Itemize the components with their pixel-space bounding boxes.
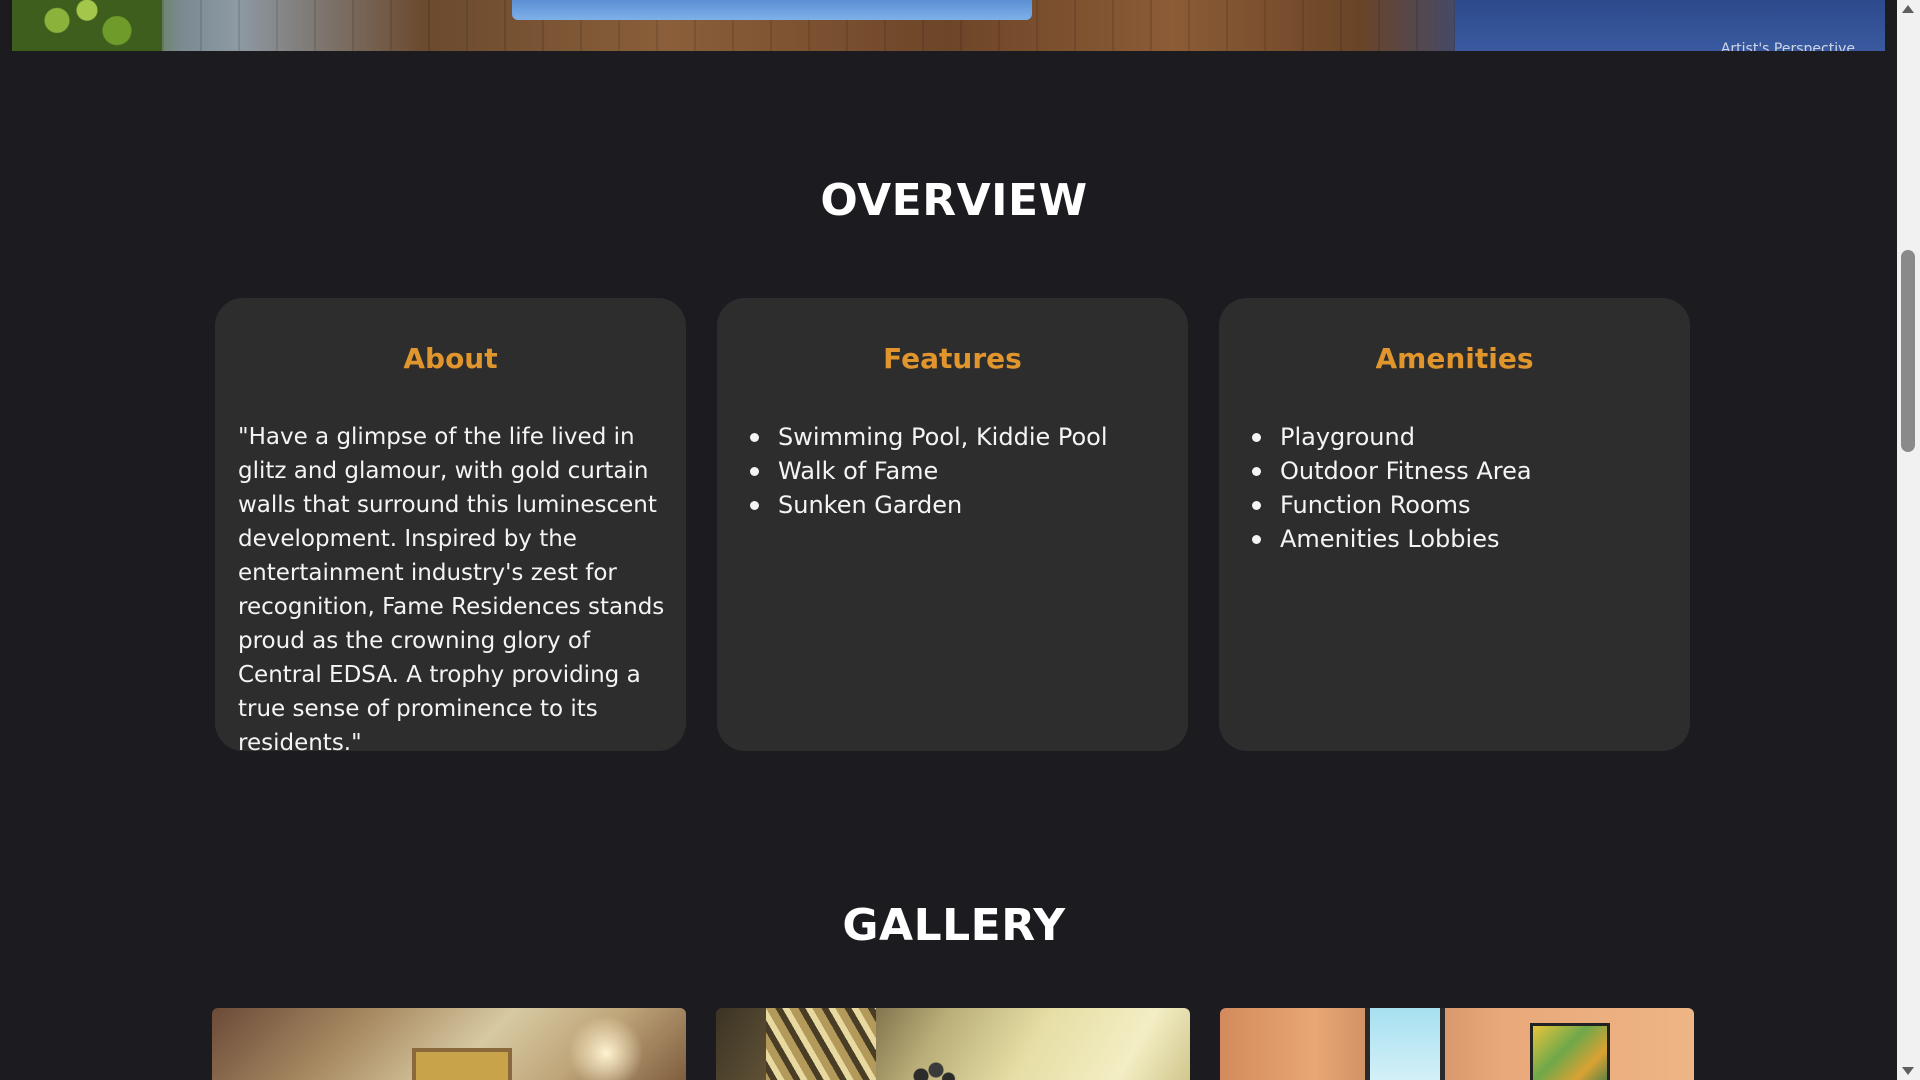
gallery-image-bedroom[interactable] [212,1008,686,1080]
about-text: "Have a glimpse of the life lived in gli… [238,424,665,756]
vertical-scrollbar[interactable] [1897,0,1920,1080]
amenities-list: Playground Outdoor Fitness Area Function… [1252,420,1680,556]
amenity-item-label: Playground [1280,423,1415,451]
list-item: Playground [1252,420,1680,454]
amenity-item-label: Function Rooms [1280,491,1471,519]
bullet-icon [1252,467,1261,476]
gallery-image-living-room[interactable] [1220,1008,1694,1080]
features-card: Features Swimming Pool, Kiddie Pool Walk… [717,298,1188,751]
feature-item-label: Swimming Pool, Kiddie Pool [778,423,1108,451]
bullet-icon [750,433,759,442]
amenities-card-title: Amenities [1375,342,1534,375]
hero-pool [512,0,1032,20]
scroll-thumb[interactable] [1901,250,1915,452]
list-item: Swimming Pool, Kiddie Pool [750,420,1178,454]
bedroom-painting [412,1048,512,1080]
bedroom-light [566,1018,646,1080]
bullet-icon [750,467,759,476]
feature-item-label: Sunken Garden [778,491,963,519]
bullet-icon [1252,501,1261,510]
scroll-down-arrow-icon[interactable] [1902,1067,1914,1075]
bullet-icon [1252,433,1261,442]
list-item: Amenities Lobbies [1252,522,1680,556]
gallery-heading: GALLERY [842,900,1066,951]
about-card: About "Have a glimpse of the life lived … [215,298,686,756]
feature-item-label: Walk of Fame [778,457,939,485]
list-item: Walk of Fame [750,454,1178,488]
scroll-up-arrow-icon[interactable] [1902,5,1914,13]
overview-heading: OVERVIEW [820,175,1088,226]
main-content: Artist's Perspective OVERVIEW About "Hav… [0,0,1897,1080]
gallery-image-lobby[interactable] [716,1008,1190,1080]
hero-image: Artist's Perspective [12,0,1885,51]
hero-caption: Artist's Perspective [1720,41,1855,51]
living-room-window [1365,1008,1445,1080]
amenity-item-label: Outdoor Fitness Area [1280,457,1532,485]
bullet-icon [1252,535,1261,544]
lobby-chandelier [906,1058,956,1080]
living-room-painting [1530,1023,1610,1080]
list-item: Function Rooms [1252,488,1680,522]
lobby-sculpture [766,1008,876,1080]
bullet-icon [750,501,759,510]
list-item: Outdoor Fitness Area [1252,454,1680,488]
features-list: Swimming Pool, Kiddie Pool Walk of Fame … [750,420,1178,522]
hero-foliage [12,0,162,51]
amenities-card: Amenities Playground Outdoor Fitness Are… [1219,298,1690,751]
about-card-title: About [403,342,498,375]
list-item: Sunken Garden [750,488,1178,522]
page: Artist's Perspective OVERVIEW About "Hav… [0,0,1920,1080]
amenity-item-label: Amenities Lobbies [1280,525,1500,553]
features-card-title: Features [883,342,1022,375]
